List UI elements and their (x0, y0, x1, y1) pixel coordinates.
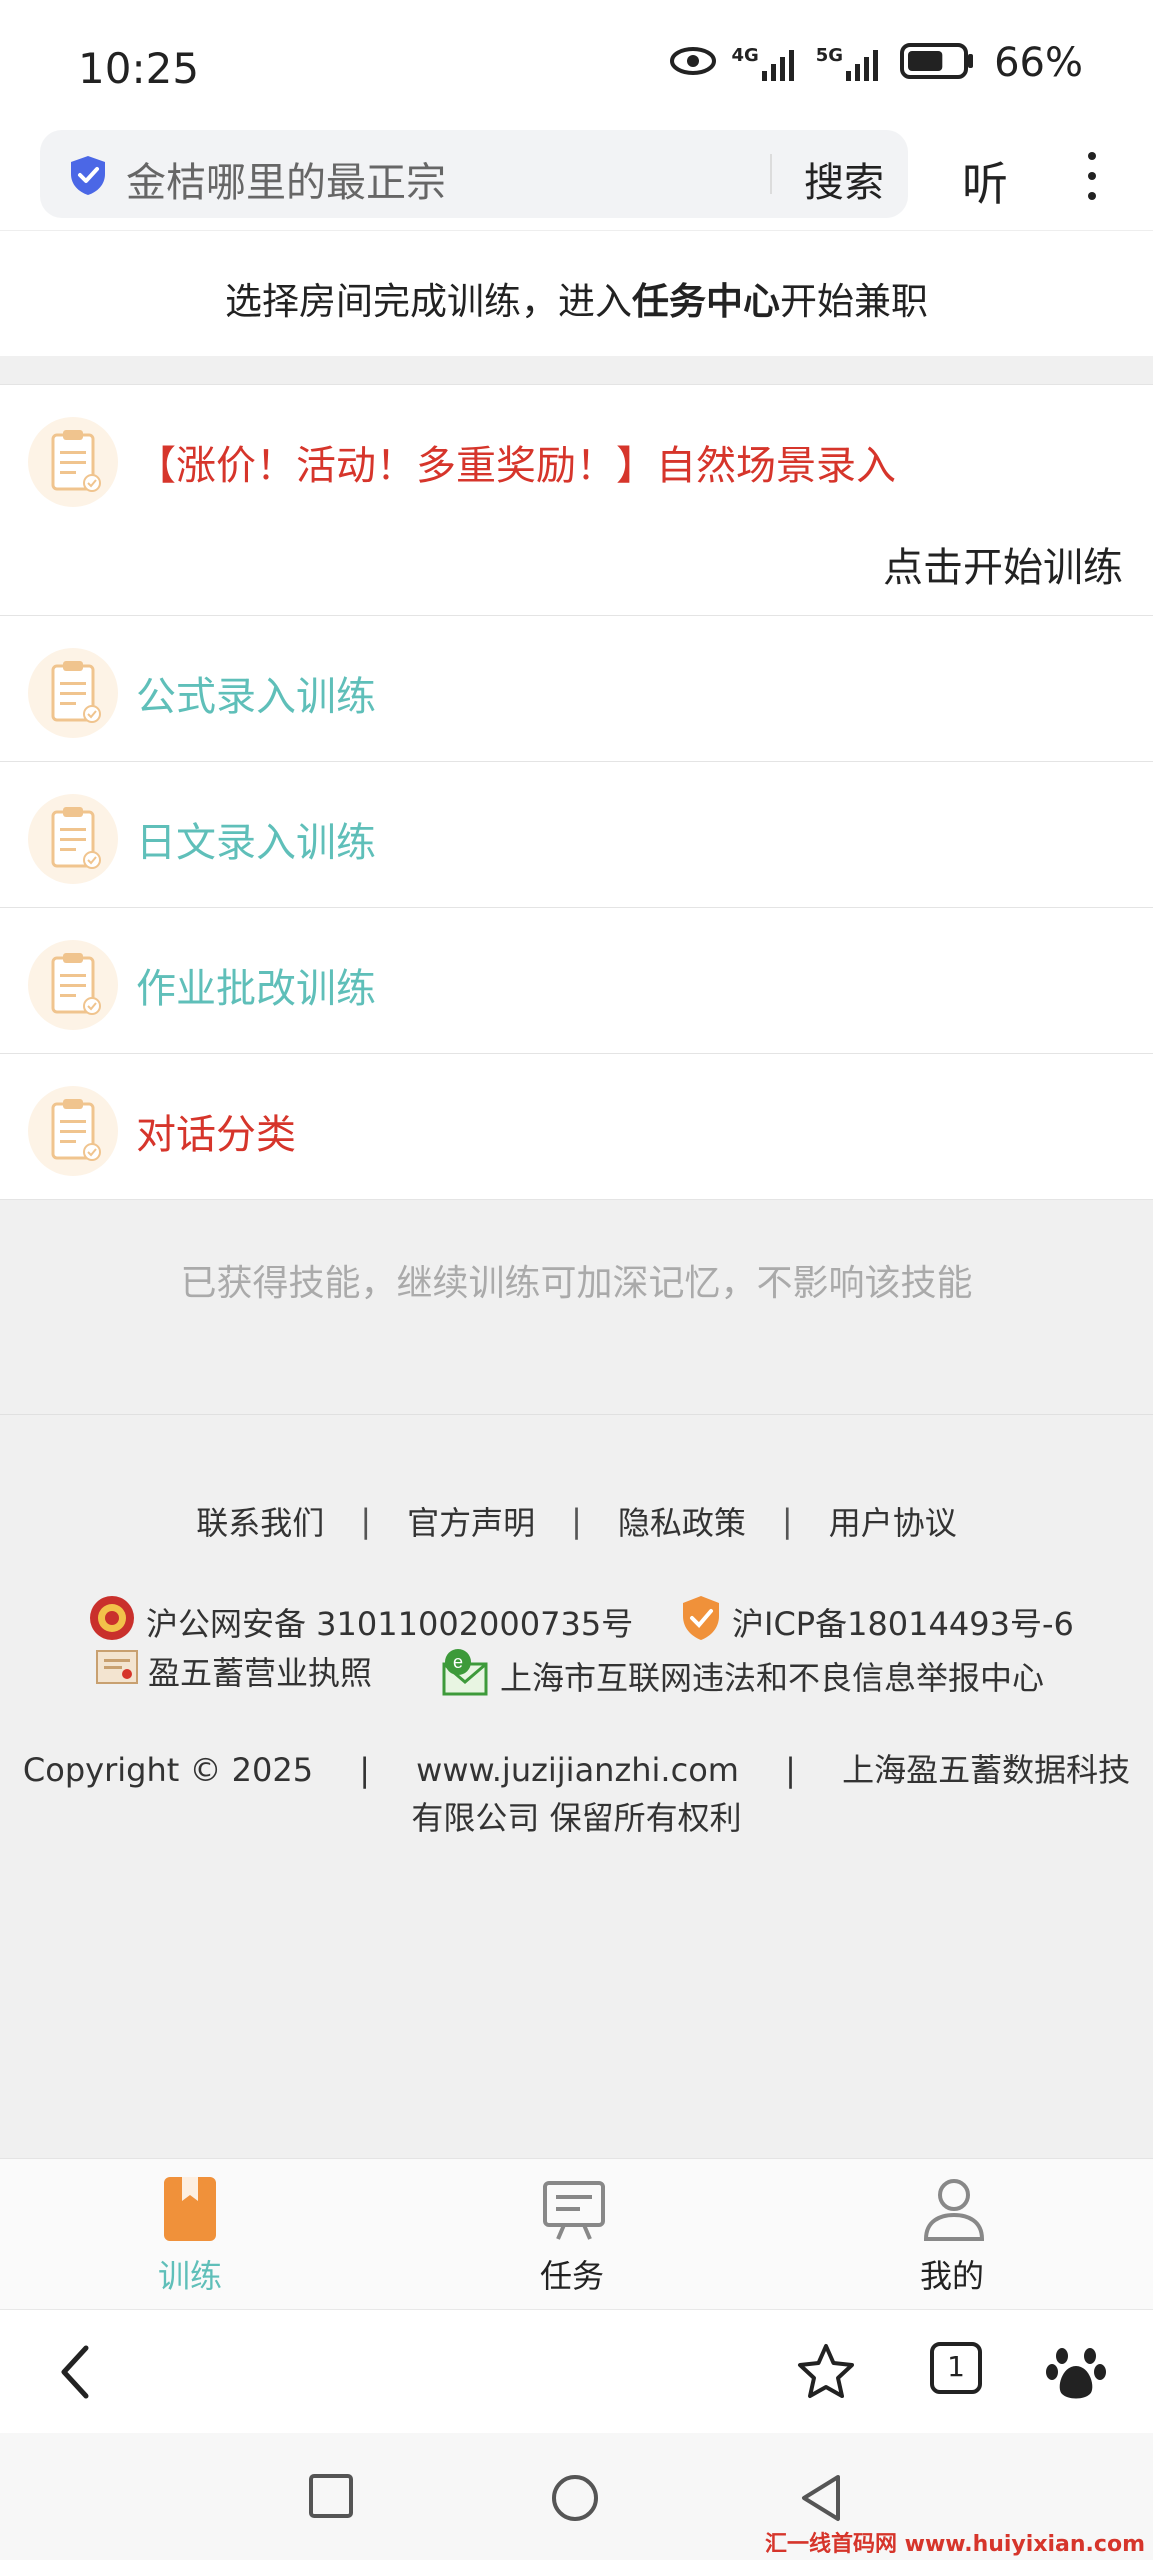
status-bar: 10:25 4G 5G 66% (0, 0, 1153, 130)
police-record[interactable]: 沪公网安备 31011002000735号 (88, 1594, 633, 1650)
clipboard-icon (28, 940, 118, 1030)
license-icon (96, 1650, 138, 1692)
tab-training[interactable]: 训练 (90, 2159, 290, 2309)
tab-count: 1 (947, 2350, 965, 2383)
skill-note: 已获得技能，继续训练可加深记忆，不影响该技能 (180, 1263, 973, 1304)
tab-label: 训练 (157, 2257, 222, 2295)
company-name-line2: 有限公司 保留所有权利 (411, 1799, 742, 1837)
browser-toolbar: 1 (0, 2309, 1153, 2434)
copyright-text: Copyright © 2025 (22, 1751, 314, 1789)
back-arrow-icon[interactable] (56, 2342, 96, 2406)
back-triangle-icon[interactable] (798, 2473, 844, 2527)
footer-separator: | (360, 1502, 372, 1540)
task-board-icon (542, 2175, 605, 2243)
icp-record[interactable]: 沪ICP备18014493号-6 (680, 1594, 1074, 1650)
item-label: 【涨价！活动！多重奖励！】自然场景录入 (136, 443, 896, 489)
svg-text:e: e (453, 1652, 463, 1672)
subtitle-before: 选择房间完成训练，进入 (225, 280, 632, 323)
tab-mine[interactable]: 我的 (852, 2159, 1052, 2309)
police-badge-icon (88, 1594, 136, 1650)
list-item[interactable]: 对话分类 (0, 1054, 1153, 1200)
footer-links: 联系我们 | 官方声明 | 隐私政策 | 用户协议 (0, 1498, 1153, 1544)
business-license[interactable]: 盈五蓄营业执照 (96, 1648, 372, 1694)
watermark: 汇一线首码网 www.huiyixian.com (764, 2532, 1145, 2557)
net-5g-label: 5G (815, 45, 844, 66)
tab-label: 任务 (539, 2257, 604, 2295)
footer-link-statement[interactable]: 官方声明 (407, 1498, 535, 1544)
subtitle-after: 开始兼职 (780, 280, 928, 323)
list-item[interactable]: 作业批改训练 (0, 908, 1153, 1054)
task-center-link[interactable]: 任务中心 (632, 280, 780, 323)
company-name-line1: 上海盈五蓄数据科技 (842, 1751, 1131, 1789)
tabs-counter[interactable]: 1 (928, 2340, 984, 2400)
police-record-text: 沪公网安备 31011002000735号 (146, 1605, 634, 1643)
tab-tasks[interactable]: 任务 (472, 2159, 672, 2309)
search-input[interactable]: 金桔哪里的最正宗 (126, 150, 446, 208)
footer-link-privacy[interactable]: 隐私政策 (618, 1498, 746, 1544)
signal-4g-icon: 4G (731, 45, 801, 81)
home-icon[interactable] (550, 2473, 600, 2527)
website-link[interactable]: www.juzijianzhi.com (416, 1751, 739, 1789)
status-time: 10:25 (78, 44, 200, 93)
list-item[interactable]: 日文录入训练 (0, 762, 1153, 908)
listen-button[interactable]: 听 (962, 148, 1008, 214)
search-box[interactable]: 金桔哪里的最正宗 搜索 (40, 130, 908, 218)
list-item[interactable]: 公式录入训练 (0, 616, 1153, 762)
subtitle-box: 选择房间完成训练，进入任务中心开始兼职 (0, 230, 1153, 356)
footer-separator: | (571, 1502, 582, 1540)
footer-separator: | (359, 1751, 370, 1789)
footer-separator: | (781, 1502, 793, 1540)
bottom-tab-bar: 训练 任务 我的 (0, 2158, 1153, 2309)
report-center[interactable]: e 上海市互联网违法和不良信息举报中心 (440, 1648, 1044, 1704)
paw-icon[interactable] (1046, 2342, 1106, 2406)
page-subtitle: 选择房间完成训练，进入任务中心开始兼职 (0, 271, 1153, 325)
net-4g-label: 4G (731, 45, 759, 66)
recent-apps-icon[interactable] (308, 2473, 354, 2523)
footer-separator: | (785, 1751, 796, 1789)
footer-link-agreement[interactable]: 用户协议 (829, 1498, 957, 1544)
divider (0, 1414, 1153, 1415)
footer-link-contact[interactable]: 联系我们 (196, 1498, 324, 1544)
icp-record-text: 沪ICP备18014493号-6 (732, 1605, 1074, 1643)
user-icon (922, 2175, 985, 2243)
item-label: 对话分类 (136, 1112, 296, 1158)
clipboard-icon (28, 417, 118, 507)
report-envelope-icon: e (440, 1648, 490, 1704)
business-license-text: 盈五蓄营业执照 (148, 1654, 373, 1692)
report-center-text: 上海市互联网违法和不良信息举报中心 (500, 1659, 1045, 1697)
item-label: 公式录入训练 (136, 674, 376, 720)
start-training-button[interactable]: 点击开始训练 (883, 535, 1123, 593)
signal-5g-icon: 5G (816, 45, 886, 81)
status-icons: 4G 5G 66% (669, 40, 1083, 86)
more-menu-icon[interactable] (1070, 146, 1110, 206)
list-item[interactable]: 【涨价！活动！多重奖励！】自然场景录入 点击开始训练 (0, 385, 1153, 616)
item-label: 作业批改训练 (136, 966, 376, 1012)
address-bar: 金桔哪里的最正宗 搜索 听 (0, 130, 1153, 230)
star-icon[interactable] (796, 2342, 856, 2406)
clipboard-icon (28, 1086, 118, 1176)
battery-percent: 66% (994, 40, 1083, 86)
icp-shield-icon (680, 1594, 722, 1650)
eye-icon (669, 46, 717, 80)
copyright: Copyright © 2025 | www.juzijianzhi.com |… (0, 1746, 1153, 1842)
clipboard-icon (28, 794, 118, 884)
item-label: 日文录入训练 (136, 820, 376, 866)
training-list: 【涨价！活动！多重奖励！】自然场景录入 点击开始训练 公式录入训练 日文录入训练… (0, 384, 1153, 1200)
search-divider (770, 154, 772, 194)
battery-icon (900, 43, 974, 83)
shield-icon (68, 154, 108, 200)
book-icon (160, 2175, 220, 2243)
search-button[interactable]: 搜索 (804, 150, 884, 208)
tab-label: 我的 (919, 2257, 984, 2295)
clipboard-icon (28, 648, 118, 738)
